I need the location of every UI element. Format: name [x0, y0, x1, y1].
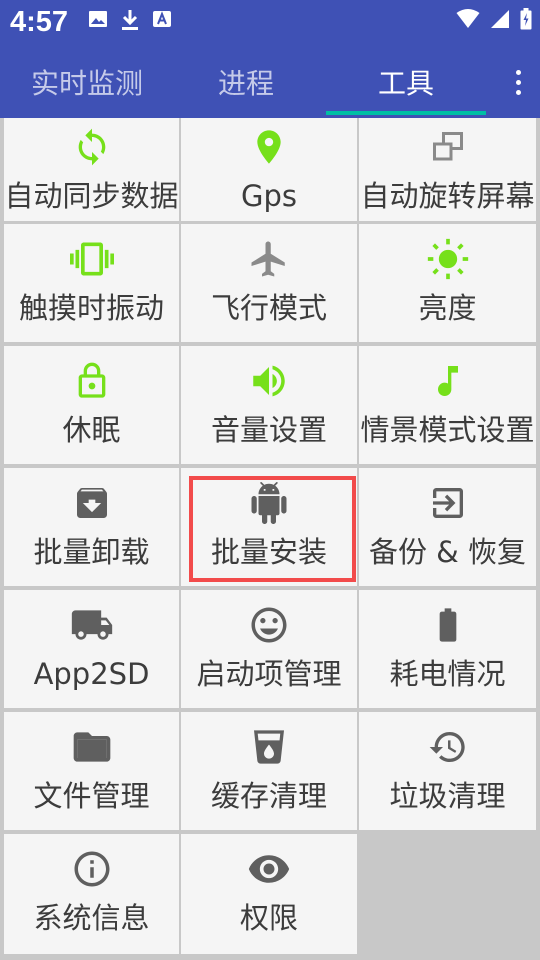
tool-app2sd[interactable]: App2SD: [4, 590, 179, 708]
overflow-menu-button[interactable]: [506, 64, 530, 100]
tool-label: 休眠: [62, 413, 121, 447]
signal-icon: [490, 9, 510, 33]
brightness-icon: [425, 236, 471, 282]
tool-label: 情景模式设置: [360, 413, 535, 447]
tool-label: 权限: [239, 901, 298, 935]
tool-label: 音量设置: [210, 413, 327, 447]
tool-label: 文件管理: [33, 779, 150, 813]
history-icon: [425, 724, 471, 770]
tab-realtime-monitor[interactable]: 实时监测: [6, 46, 168, 118]
tab-processes[interactable]: 进程: [168, 46, 324, 118]
tools-grid: 自动同步数据 Gps 自动旋转屏幕 触摸时振动 飞行模式 亮度 休眠 音量设置 …: [0, 118, 540, 960]
smiley-icon: [246, 602, 292, 648]
tool-label: 批量卸载: [33, 535, 150, 569]
android-icon: [246, 480, 292, 526]
tool-junk-cleaner[interactable]: 垃圾清理: [359, 712, 536, 830]
font-notification-icon: [152, 9, 172, 35]
tool-label: 自动同步数据: [4, 179, 179, 213]
tool-startup-manager[interactable]: 启动项管理: [181, 590, 357, 708]
download-notification-icon: [120, 9, 140, 35]
sync-icon: [69, 124, 115, 170]
folder-icon: [69, 724, 115, 770]
tool-touch-vibrate[interactable]: 触摸时振动: [4, 224, 179, 342]
tab-tools[interactable]: 工具: [326, 46, 486, 118]
tool-label: 启动项管理: [196, 657, 342, 691]
tool-label: 系统信息: [33, 901, 150, 935]
battery-status-icon: [520, 8, 532, 34]
tool-label: Gps: [241, 179, 297, 213]
archive-icon: [69, 480, 115, 526]
tool-scene-mode[interactable]: 情景模式设置: [359, 346, 536, 464]
tool-auto-rotate[interactable]: 自动旋转屏幕: [359, 118, 536, 221]
exit-to-app-icon: [425, 480, 471, 526]
screen-rotation-icon: [425, 124, 471, 170]
status-bar: 4:57: [0, 0, 540, 46]
tool-auto-sync[interactable]: 自动同步数据: [4, 118, 179, 221]
tool-label: 批量安装: [210, 535, 327, 569]
tool-label: 亮度: [418, 291, 477, 325]
tool-backup-restore[interactable]: 备份 & 恢复: [359, 468, 536, 586]
system-status-icons: [456, 8, 532, 34]
tool-label: 垃圾清理: [389, 779, 506, 813]
tool-cache-cleaner[interactable]: 缓存清理: [181, 712, 357, 830]
tool-system-info[interactable]: 系统信息: [4, 834, 179, 954]
status-time: 4:57: [10, 6, 69, 38]
location-pin-icon: [246, 124, 292, 170]
volume-icon: [246, 358, 292, 404]
vibration-icon: [69, 236, 115, 282]
tool-label: App2SD: [33, 657, 150, 691]
wifi-icon: [456, 9, 480, 33]
tool-batch-uninstall[interactable]: 批量卸载: [4, 468, 179, 586]
tool-label: 自动旋转屏幕: [360, 179, 535, 213]
tool-volume-settings[interactable]: 音量设置: [181, 346, 357, 464]
truck-icon: [69, 602, 115, 648]
tool-permissions[interactable]: 权限: [181, 834, 357, 954]
tool-file-manager[interactable]: 文件管理: [4, 712, 179, 830]
tool-sleep[interactable]: 休眠: [4, 346, 179, 464]
tool-label: 耗电情况: [389, 657, 506, 691]
battery-icon: [425, 602, 471, 648]
eye-icon: [246, 846, 292, 892]
airplane-icon: [246, 236, 292, 282]
cup-drop-icon: [246, 724, 292, 770]
tool-label: 备份 & 恢复: [368, 535, 527, 569]
tool-label: 触摸时振动: [18, 291, 164, 325]
info-icon: [69, 846, 115, 892]
music-note-icon: [425, 358, 471, 404]
lock-icon: [69, 358, 115, 404]
image-notification-icon: [88, 9, 108, 35]
tool-label: 飞行模式: [210, 291, 327, 325]
active-tab-indicator: [326, 111, 486, 115]
app-toolbar: 实时监测 进程 工具: [0, 46, 540, 118]
tool-brightness[interactable]: 亮度: [359, 224, 536, 342]
tool-airplane-mode[interactable]: 飞行模式: [181, 224, 357, 342]
tool-power-usage[interactable]: 耗电情况: [359, 590, 536, 708]
tool-batch-install[interactable]: 批量安装: [181, 468, 357, 586]
notification-icons: [88, 9, 172, 35]
tool-label: 缓存清理: [210, 779, 327, 813]
tool-gps[interactable]: Gps: [181, 118, 357, 221]
